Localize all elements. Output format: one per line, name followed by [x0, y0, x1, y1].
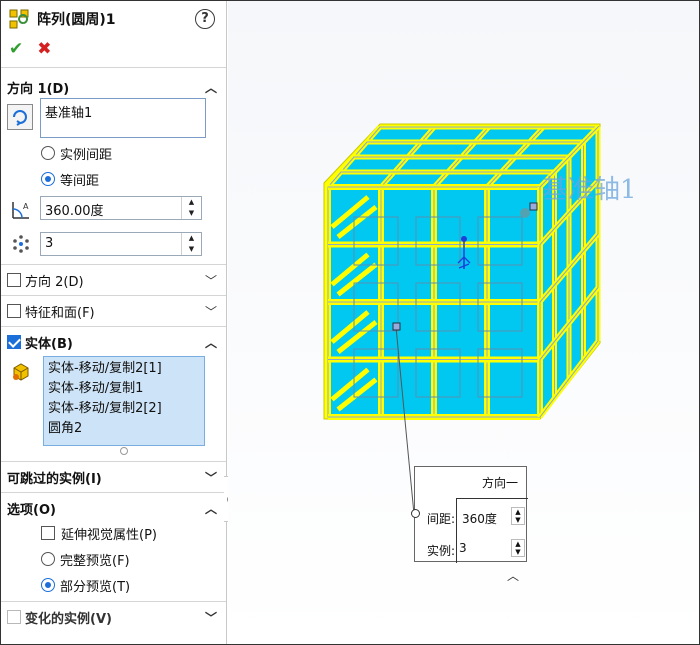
instance-count-value: 3 [45, 236, 54, 251]
graphics-viewport[interactable]: 基准轴1 方向一 间距: 实例: 360度 ▲ ▼ 3 ▲ ▼ ︿ [228, 1, 699, 644]
chevron-up-icon[interactable]: ︿ [205, 334, 217, 351]
chevron-down-icon[interactable]: ﹀ [205, 272, 217, 289]
property-manager-panel: 阵列(圆周)1 ? ✔ ✖ 方向 1(D) ︿ 基准轴1 实例间距 等间距 A … [1, 1, 227, 644]
callout-fields: 360度 ▲ ▼ 3 ▲ ▼ [456, 498, 528, 563]
extend-visual-label: 延伸视觉属性(P) [61, 527, 157, 543]
list-item[interactable]: 实体-移动/复制2[2] [48, 399, 200, 419]
full-preview-label: 完整预览(F) [60, 553, 130, 569]
axis-selection-value: 基准轴1 [45, 106, 93, 121]
list-resize-handle[interactable] [120, 447, 128, 455]
divider [1, 601, 226, 602]
option-partial-preview[interactable]: 部分预览(T) [41, 575, 130, 595]
divider [1, 295, 226, 296]
extend-visual-checkbox[interactable] [41, 526, 55, 540]
circular-pattern-icon [9, 9, 29, 29]
section-options-label: 选项(O) [7, 502, 56, 518]
callout-instances-spinner[interactable]: ▲ ▼ [511, 539, 525, 557]
section-bodies-header[interactable]: 实体(B) ︿ [1, 328, 226, 356]
angle-input[interactable]: 360.00度 ▲ ▼ [40, 196, 202, 220]
spin-up-icon[interactable]: ▲ [182, 233, 201, 244]
reverse-direction-icon[interactable] [7, 104, 33, 130]
spin-down-icon[interactable]: ▼ [182, 208, 201, 219]
list-item[interactable]: 实体-移动/复制2[1] [48, 359, 200, 379]
section-features-faces-label: 特征和面(F) [25, 305, 95, 321]
option-extend-visual[interactable]: 延伸视觉属性(P) [41, 523, 157, 543]
instance-count-input[interactable]: 3 ▲ ▼ [40, 232, 202, 256]
callout-spacing-label: 间距: [427, 512, 456, 526]
section-features-faces-header[interactable]: 特征和面(F) ﹀ [1, 297, 226, 325]
angle-value: 360.00度 [45, 204, 104, 219]
chevron-down-icon[interactable]: ﹀ [205, 609, 217, 626]
section-varied-instances-label: 变化的实例(V) [25, 611, 112, 627]
callout-instances-value[interactable]: 3 [459, 541, 467, 555]
chevron-up-icon[interactable]: ︿ [205, 79, 217, 96]
title-row: 阵列(圆周)1 ? [9, 7, 221, 31]
angle-icon: A [12, 202, 29, 219]
svg-text:A: A [23, 202, 29, 211]
radio-button-selected[interactable] [41, 578, 55, 592]
spin-up-icon[interactable]: ▲ [182, 197, 201, 208]
callout-instances-label: 实例: [427, 544, 456, 558]
ok-cancel-group: ✔ ✖ [9, 39, 52, 59]
section-options-header[interactable]: 选项(O) ︿ [1, 494, 226, 522]
page-title: 阵列(圆周)1 [37, 12, 116, 28]
features-faces-checkbox[interactable] [7, 304, 21, 318]
radio-button[interactable] [41, 146, 55, 160]
partial-preview-label: 部分预览(T) [60, 579, 131, 595]
help-icon[interactable]: ? [195, 9, 215, 29]
list-item[interactable]: 圆角2 [48, 419, 200, 439]
option-full-preview[interactable]: 完整预览(F) [41, 549, 130, 569]
angle-spinner[interactable]: ▲ ▼ [181, 197, 201, 219]
callout-collapse-icon[interactable]: ︿ [507, 567, 519, 584]
callout-spacing-value[interactable]: 360度 [462, 510, 497, 527]
callout-anchor[interactable] [411, 509, 420, 518]
callout-spacing-spinner[interactable]: ▲ ▼ [511, 507, 525, 525]
chevron-down-icon[interactable]: ﹀ [205, 303, 217, 320]
solid-body-icon [13, 363, 29, 381]
callout-title: 方向一 [481, 476, 518, 490]
section-direction2-label: 方向 2(D) [25, 274, 84, 290]
radio-equal-spacing[interactable]: 等间距 [41, 169, 99, 189]
spin-down-icon[interactable]: ▼ [182, 244, 201, 255]
ok-button[interactable]: ✔ [9, 39, 23, 59]
section-direction1-label: 方向 1(D) [7, 81, 70, 97]
divider [1, 326, 226, 327]
axis-label: 基准轴1 [542, 175, 637, 205]
divider [1, 461, 226, 462]
varied-instances-checkbox[interactable] [7, 610, 21, 624]
divider [1, 67, 226, 68]
section-direction1-header[interactable]: 方向 1(D) ︿ [1, 73, 226, 101]
section-skip-instances-label: 可跳过的实例(I) [7, 471, 102, 487]
radio-button-selected[interactable] [41, 172, 55, 186]
chevron-down-icon[interactable]: ﹀ [205, 469, 217, 486]
divider [1, 492, 226, 493]
section-direction2-header[interactable]: 方向 2(D) ﹀ [1, 266, 226, 294]
section-bodies-label: 实体(B) [25, 336, 73, 352]
chevron-up-icon[interactable]: ︿ [205, 500, 217, 517]
radio-instance-spacing-label: 实例间距 [60, 147, 113, 163]
section-skip-instances-header[interactable]: 可跳过的实例(I) ﹀ [1, 463, 226, 491]
bodies-list[interactable]: 实体-移动/复制2[1] 实体-移动/复制1 实体-移动/复制2[2] 圆角2 [43, 356, 205, 446]
direction2-checkbox[interactable] [7, 273, 21, 287]
instance-count-icon [13, 235, 29, 253]
list-item[interactable]: 实体-移动/复制1 [48, 379, 200, 399]
axis-selection-field[interactable]: 基准轴1 [40, 98, 206, 138]
cancel-button[interactable]: ✖ [37, 39, 51, 59]
radio-button[interactable] [41, 552, 55, 566]
radio-instance-spacing[interactable]: 实例间距 [41, 143, 112, 163]
divider [1, 264, 226, 265]
section-varied-instances-header[interactable]: 变化的实例(V) ﹀ [1, 603, 226, 631]
bodies-checkbox[interactable] [7, 335, 21, 349]
pattern-callout: 方向一 间距: 实例: 360度 ▲ ▼ 3 ▲ ▼ [411, 466, 528, 563]
count-spinner[interactable]: ▲ ▼ [181, 233, 201, 255]
radio-equal-spacing-label: 等间距 [60, 173, 100, 189]
